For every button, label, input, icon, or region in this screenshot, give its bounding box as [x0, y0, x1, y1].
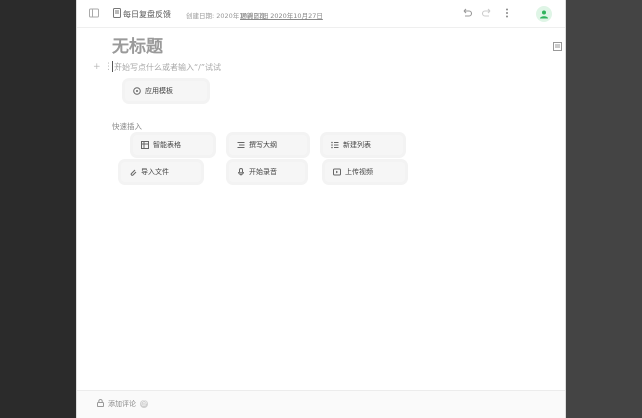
document-header: 每日复盘反馈 创建日期: 2020年10月27日 更新日期: 2020年10月2…: [77, 0, 565, 28]
import-file-label: 导入文件: [141, 168, 169, 176]
add-comment-button[interactable]: 添加评论 @: [97, 399, 148, 409]
page-title[interactable]: 无标题: [112, 32, 163, 57]
updated-date[interactable]: 更新日期: 2020年10月27日: [240, 10, 323, 20]
redo-icon[interactable]: [481, 7, 493, 19]
insert-outline-button[interactable]: 撰写大纲: [229, 135, 307, 155]
insert-list-button[interactable]: 新建列表: [323, 135, 403, 155]
desktop-backdrop-right: [566, 0, 642, 418]
video-icon: [333, 168, 341, 176]
more-options-icon[interactable]: [501, 7, 513, 19]
outline-panel-icon[interactable]: [553, 36, 562, 51]
text-caret: [112, 61, 113, 72]
user-avatar[interactable]: [536, 6, 552, 22]
quick-insert-heading: 快速插入: [112, 122, 142, 131]
lock-icon: [97, 399, 104, 409]
desktop-backdrop-left: [0, 0, 76, 418]
start-recording-label: 开始录音: [249, 168, 277, 176]
document-icon: [113, 8, 121, 18]
insert-smart-table-button[interactable]: 智能表格: [133, 135, 213, 155]
template-icon: [133, 87, 141, 95]
editor-window: 每日复盘反馈 创建日期: 2020年10月27日 更新日期: 2020年10月2…: [76, 0, 566, 418]
apply-template-label: 应用模板: [145, 87, 173, 95]
table-icon: [141, 141, 149, 149]
attach-icon: [129, 168, 137, 176]
add-comment-label: 添加评论: [108, 400, 136, 408]
list-icon: [331, 141, 339, 149]
mention-icon[interactable]: @: [140, 400, 148, 408]
mic-icon: [237, 168, 245, 176]
add-block-icon[interactable]: +: [93, 62, 101, 72]
insert-smart-table-label: 智能表格: [153, 141, 181, 149]
apply-template-button[interactable]: 应用模板: [125, 81, 207, 101]
document-title[interactable]: 每日复盘反馈: [123, 9, 171, 20]
comment-bar: 添加评论 @: [77, 390, 565, 418]
upload-video-button[interactable]: 上传视频: [325, 162, 405, 182]
sidebar-toggle-icon[interactable]: [89, 8, 99, 18]
upload-video-label: 上传视频: [345, 168, 373, 176]
insert-list-label: 新建列表: [343, 141, 371, 149]
undo-icon[interactable]: [461, 7, 473, 19]
insert-outline-label: 撰写大纲: [249, 141, 277, 149]
import-file-button[interactable]: 导入文件: [121, 162, 201, 182]
outline-icon: [237, 141, 245, 149]
start-recording-button[interactable]: 开始录音: [229, 162, 305, 182]
editor-placeholder[interactable]: 开始写点什么或者输入“/”试试: [114, 62, 221, 73]
